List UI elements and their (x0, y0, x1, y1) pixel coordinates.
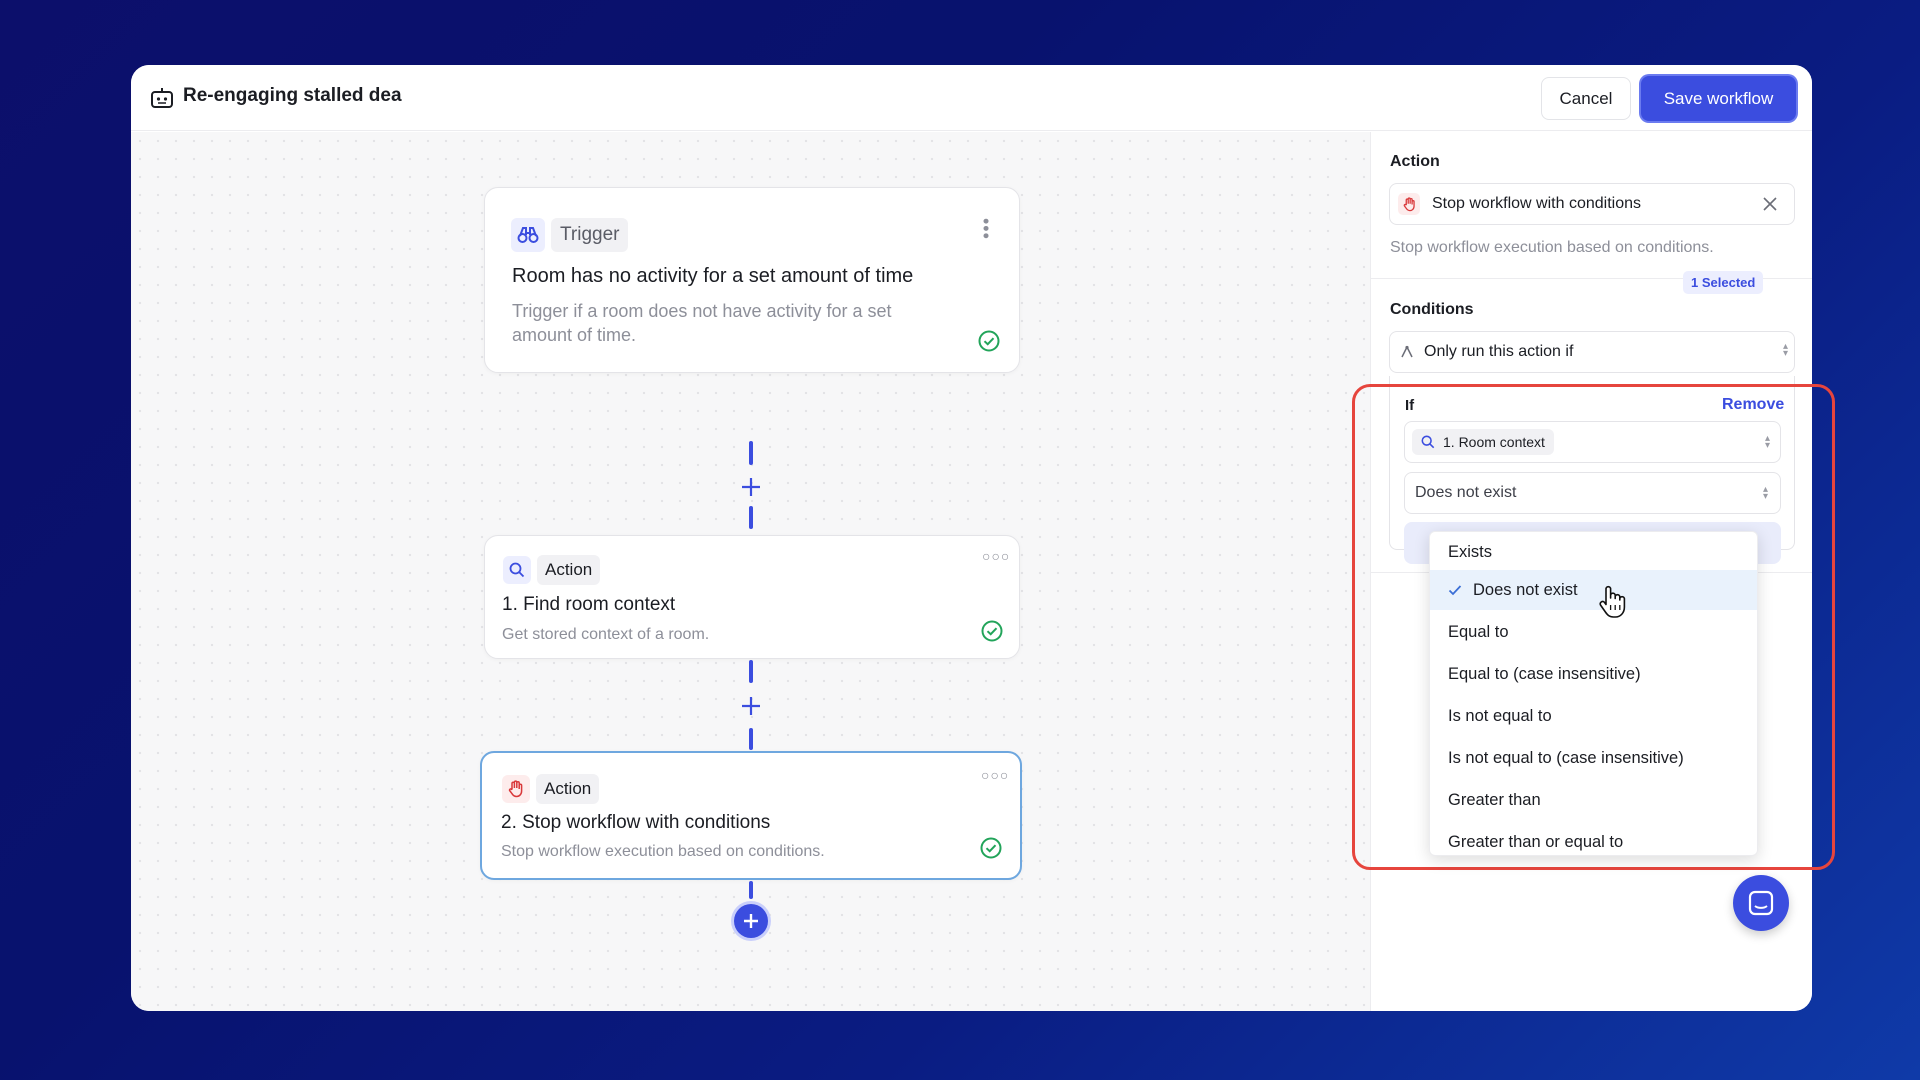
top-bar: Re-engaging stalled dea Cancel Save work… (131, 65, 1812, 131)
connector-line (749, 728, 753, 750)
dropdown-option[interactable]: Equal to (case insensitive) (1430, 654, 1757, 694)
check-circle-icon (978, 330, 1000, 352)
operator-dropdown[interactable]: Exists Does not exist Equal to Equal to … (1429, 531, 1758, 856)
action-select-value: Stop workflow with conditions (1432, 195, 1641, 212)
trigger-description: Trigger if a room does not have activity… (512, 301, 892, 346)
binoculars-icon (511, 218, 545, 252)
action-tag-label: Action (537, 555, 601, 585)
conditions-select-value: Only run this action if (1424, 343, 1574, 360)
action-description: Stop workflow execution based on conditi… (501, 843, 825, 860)
connector-line (749, 660, 753, 683)
connector-line (749, 441, 753, 465)
chat-icon (1748, 890, 1774, 916)
add-step-icon[interactable] (740, 476, 762, 498)
action-tag: Action (502, 773, 600, 805)
action-title: 1. Find room context (502, 594, 676, 615)
action-node-stop-workflow[interactable]: Action ○○○ 2. Stop workflow with conditi… (480, 751, 1022, 880)
workflow-canvas[interactable]: Trigger ••• Room has no activity for a s… (131, 132, 1370, 1011)
search-icon (503, 556, 531, 584)
action-title: 2. Stop workflow with conditions (501, 812, 771, 833)
trigger-tag-label: Trigger (551, 218, 629, 252)
check-circle-icon (980, 837, 1002, 859)
hand-stop-icon (1398, 193, 1420, 215)
action-description: Get stored context of a room. (502, 626, 710, 643)
dropdown-option[interactable]: Greater than (1430, 780, 1757, 820)
plus-icon (744, 914, 758, 928)
chevron-updown-icon: ▴ ▾ (1783, 341, 1789, 359)
action-description: Stop workflow execution based on conditi… (1390, 239, 1714, 256)
branch-icon (1401, 345, 1413, 358)
connector-line (749, 881, 753, 899)
trigger-node[interactable]: Trigger ••• Room has no activity for a s… (484, 187, 1020, 373)
dropdown-option[interactable]: Greater than or equal to (1430, 822, 1757, 855)
add-step-icon[interactable] (740, 695, 762, 717)
dropdown-option[interactable]: Equal to (1430, 612, 1757, 652)
node-menu-icon[interactable]: ○○○ (982, 548, 1010, 564)
action-tag-label: Action (536, 774, 600, 804)
chat-support-button[interactable] (1733, 875, 1789, 931)
trigger-title: Room has no activity for a set amount of… (512, 265, 914, 287)
dropdown-option[interactable]: Exists (1430, 532, 1757, 572)
robot-icon (151, 88, 173, 108)
dropdown-option[interactable]: Is not equal to (case insensitive) (1430, 738, 1757, 778)
hand-stop-icon (502, 775, 530, 803)
close-icon[interactable] (1762, 196, 1778, 212)
check-circle-icon (981, 620, 1003, 642)
dropdown-option-selected[interactable]: Does not exist (1430, 570, 1757, 610)
save-workflow-button[interactable]: Save workflow (1641, 76, 1796, 121)
trigger-tag: Trigger (511, 218, 629, 252)
action-tag: Action (503, 554, 601, 586)
dropdown-option[interactable]: Is not equal to (1430, 696, 1757, 736)
connector-line (749, 506, 753, 529)
action-section-label: Action (1390, 153, 1440, 170)
node-menu-icon[interactable]: ○○○ (981, 767, 1009, 783)
check-icon (1448, 585, 1462, 596)
cancel-button[interactable]: Cancel (1541, 77, 1631, 120)
hand-pointer-cursor-icon (1599, 585, 1626, 618)
conditions-section-label: Conditions (1390, 301, 1474, 318)
action-node-find-room-context[interactable]: Action ○○○ 1. Find room context Get stor… (484, 535, 1020, 659)
action-select[interactable]: Stop workflow with conditions (1389, 183, 1795, 225)
conditions-select[interactable]: Only run this action if (1389, 331, 1795, 373)
add-step-button[interactable] (734, 904, 768, 938)
selected-count-badge: 1 Selected (1683, 271, 1764, 294)
node-menu-icon[interactable]: ••• (975, 218, 996, 240)
workflow-title[interactable]: Re-engaging stalled dea (183, 85, 402, 107)
